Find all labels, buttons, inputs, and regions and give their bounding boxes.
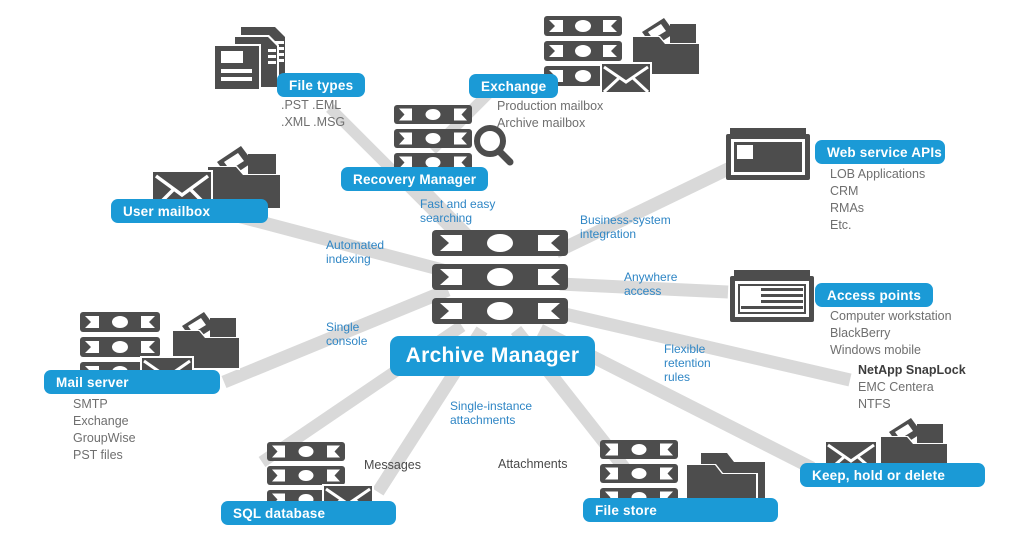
sublist-file-types: .PST .EML .XML .MSG: [281, 97, 345, 131]
pill-exchange[interactable]: Exchange: [469, 74, 559, 98]
sublist-item: GroupWise: [73, 431, 136, 445]
label-business-system-integration: Business-system integration: [580, 213, 671, 241]
sublist-item: Computer workstation: [830, 309, 952, 323]
sublist-item: .PST .EML: [281, 98, 342, 112]
pill-recovery-manager[interactable]: Recovery Manager: [341, 167, 489, 191]
magnifier-icon: [474, 125, 514, 166]
label-line: Anywhere: [624, 270, 678, 284]
label-line: retention: [664, 356, 711, 370]
archive-manager-diagram: File types .PST .EML .XML .MSG Exchange …: [0, 0, 1023, 553]
node-archive-manager[interactable]: [430, 228, 570, 328]
sublist-item: EMC Centera: [858, 380, 934, 394]
label-line: Automated: [326, 238, 385, 252]
label-line: attachments: [450, 413, 516, 427]
node-access-points[interactable]: [730, 270, 816, 324]
label-anywhere-access: Anywhere access: [624, 270, 677, 298]
sublist-item: Exchange: [73, 414, 129, 428]
pill-mail-server[interactable]: Mail server: [44, 370, 220, 394]
label-flexible-retention-rules: Flexible retention rules: [664, 342, 711, 384]
server-stack-icon: [432, 230, 568, 324]
label-line: Single-instance: [450, 399, 533, 413]
label-automated-indexing: Automated indexing: [326, 238, 384, 266]
node-web-service-apis[interactable]: [726, 128, 812, 182]
storage-target-primary: NetApp SnapLock: [858, 363, 966, 377]
label-line: Business-system: [580, 213, 671, 227]
label-line: searching: [420, 211, 473, 225]
label-line: access: [624, 284, 662, 298]
label-line: indexing: [326, 252, 371, 266]
pill-web-service-apis[interactable]: Web service APIs: [815, 140, 945, 164]
pill-file-types[interactable]: File types: [277, 73, 366, 97]
pill-archive-manager[interactable]: Archive Manager: [390, 336, 595, 376]
sublist-item: .XML .MSG: [281, 115, 346, 129]
sublist-item: NTFS: [858, 397, 891, 411]
pill-access-points[interactable]: Access points: [815, 283, 933, 307]
sublist-item: RMAs: [830, 201, 865, 215]
pill-user-mailbox[interactable]: User mailbox: [111, 199, 268, 223]
sublist-access-points: Computer workstation BlackBerry Windows …: [830, 308, 952, 359]
label-line: Flexible: [664, 342, 706, 356]
sublist-storage-targets: NetApp SnapLock EMC Centera NTFS: [858, 362, 966, 413]
sublist-item: Etc.: [830, 218, 852, 232]
label-line: console: [326, 334, 368, 348]
browser-window-icon: [726, 128, 810, 180]
sublist-item: PST files: [73, 448, 123, 462]
sublist-item: CRM: [830, 184, 859, 198]
label-line: Fast and easy: [420, 197, 496, 211]
sublist-item: SMTP: [73, 397, 108, 411]
label-single-instance-attachments: Single-instance attachments: [450, 399, 532, 427]
sublist-web-service-apis: LOB Applications CRM RMAs Etc.: [830, 166, 925, 234]
pill-sql-database[interactable]: SQL database: [221, 501, 396, 525]
sublist-item: LOB Applications: [830, 167, 926, 181]
pill-keep-hold-delete[interactable]: Keep, hold or delete: [800, 463, 985, 487]
label-single-console: Single console: [326, 320, 367, 348]
label-line: integration: [580, 227, 637, 241]
node-exchange[interactable]: [540, 12, 710, 92]
label-attachments: Attachments: [498, 457, 568, 471]
sublist-item: BlackBerry: [830, 326, 891, 340]
server-stack-mail-folder-icon: [544, 16, 700, 92]
label-line: Single: [326, 320, 360, 334]
browser-window-icon: [730, 270, 814, 322]
sublist-item: Windows mobile: [830, 343, 922, 357]
label-fast-and-easy-searching: Fast and easy searching: [420, 197, 495, 225]
pill-file-store[interactable]: File store: [583, 498, 778, 522]
sublist-mail-server: SMTP Exchange GroupWise PST files: [73, 396, 136, 464]
label-line: rules: [664, 370, 691, 384]
label-messages: Messages: [364, 458, 421, 472]
